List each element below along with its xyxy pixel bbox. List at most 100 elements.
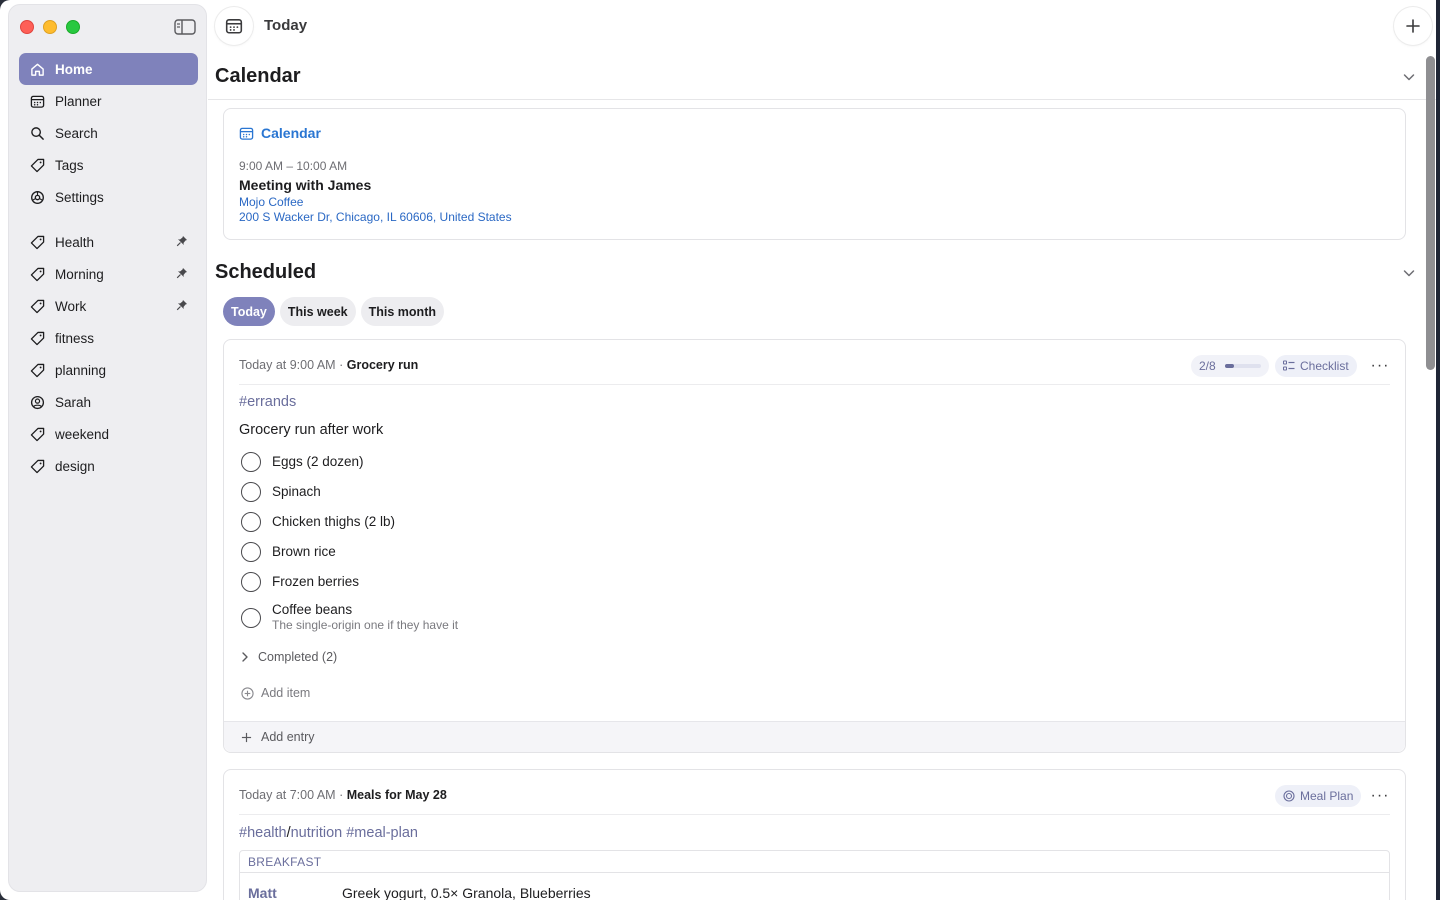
sidebar-item-label: Home xyxy=(55,61,93,77)
checklist-item: Spinach xyxy=(241,482,321,502)
entry-tags: #health/nutrition #meal-plan xyxy=(239,825,418,841)
checklist-type-label: Checklist xyxy=(1300,359,1349,373)
scrollbar-thumb[interactable] xyxy=(1426,56,1435,370)
new-entry-button[interactable] xyxy=(1394,7,1432,45)
checklist-item: Eggs (2 dozen) xyxy=(241,452,364,472)
sidebar-tag-label: Work xyxy=(55,298,87,314)
checklist-item-note: The single-origin one if they have it xyxy=(272,618,459,632)
event-location-link[interactable]: Mojo Coffee xyxy=(239,195,303,209)
checkbox-circle[interactable] xyxy=(241,512,261,532)
scheduled-section-title: Scheduled xyxy=(215,261,317,283)
pin-icon[interactable] xyxy=(176,267,188,279)
add-item-button[interactable]: Add item xyxy=(241,686,310,700)
sidebar-tag-fitness[interactable]: fitness xyxy=(19,322,198,354)
checklist-entry-card: Today at 9:00 AM · Grocery run 2/8 Check… xyxy=(223,339,1406,753)
chevron-down-icon[interactable] xyxy=(1402,70,1416,84)
checkbox-circle[interactable] xyxy=(241,542,261,562)
sidebar-tag-work[interactable]: Work xyxy=(19,290,198,322)
chevron-down-icon[interactable] xyxy=(1402,266,1416,280)
entry-time: Today at 7:00 AM xyxy=(239,788,336,802)
sidebar-item-home[interactable]: Home xyxy=(19,53,198,85)
calendar-icon xyxy=(239,127,254,140)
entry-meta: Today at 9:00 AM · Grocery run xyxy=(239,358,418,372)
tab-this-month[interactable]: This month xyxy=(360,297,444,326)
tag-link[interactable]: nutrition xyxy=(291,825,343,841)
checklist-item-text[interactable]: Brown rice xyxy=(272,542,336,562)
completed-toggle[interactable]: Completed (2) xyxy=(241,650,337,664)
add-entry-button[interactable]: Add entry xyxy=(224,721,1405,752)
checklist-type-badge[interactable]: Checklist xyxy=(1275,355,1357,377)
sidebar-item-label: Search xyxy=(55,125,98,141)
calendar-card-header: Calendar xyxy=(239,125,321,141)
minimize-window-button[interactable] xyxy=(43,20,57,34)
meal-plan-type-badge[interactable]: Meal Plan xyxy=(1275,785,1362,807)
sidebar-tag-planning[interactable]: planning xyxy=(19,354,198,386)
checklist-item-text[interactable]: Spinach xyxy=(272,482,321,502)
event-time: 9:00 AM – 10:00 AM xyxy=(239,159,348,173)
tag-link[interactable]: #health xyxy=(239,825,287,841)
sidebar-tag-label: fitness xyxy=(55,330,95,346)
more-options-button[interactable]: ··· xyxy=(1370,786,1390,806)
tag-link[interactable]: #meal-plan xyxy=(346,825,418,841)
entry-description: Grocery run after work xyxy=(239,422,384,438)
sidebar-tag-design[interactable]: design xyxy=(19,450,198,482)
calendar-icon xyxy=(225,19,243,34)
sidebar-toggle-icon[interactable] xyxy=(174,19,196,35)
checkbox-circle[interactable] xyxy=(241,608,261,628)
planner-icon xyxy=(29,93,45,109)
sidebar-item-settings[interactable]: Settings xyxy=(19,181,198,213)
sidebar-tag-label: Sarah xyxy=(55,394,92,410)
zoom-window-button[interactable] xyxy=(66,20,80,34)
plus-icon xyxy=(1406,19,1420,33)
add-circle-icon xyxy=(241,686,254,700)
sidebar-tag-morning[interactable]: Morning xyxy=(19,258,198,290)
entry-separator: · xyxy=(339,788,344,802)
pin-icon[interactable] xyxy=(176,299,188,311)
add-entry-label: Add entry xyxy=(261,730,315,744)
checklist-item: Chicken thighs (2 lb) xyxy=(241,512,395,532)
checkbox-circle[interactable] xyxy=(241,482,261,502)
meal-section-header: BREAKFAST xyxy=(240,851,1389,873)
tag-icon xyxy=(29,426,45,442)
tag-icon xyxy=(29,330,45,346)
checkbox-circle[interactable] xyxy=(241,572,261,592)
sidebar-tag-health[interactable]: Health xyxy=(19,226,198,258)
checklist-item-text[interactable]: Coffee beans xyxy=(272,602,458,618)
sidebar-tag-weekend[interactable]: weekend xyxy=(19,418,198,450)
checklist-item-text[interactable]: Eggs (2 dozen) xyxy=(272,452,364,472)
sidebar-item-tags[interactable]: Tags xyxy=(19,149,198,181)
tag-link[interactable]: #errands xyxy=(239,394,296,410)
checklist-item: Brown rice xyxy=(241,542,336,562)
tab-today[interactable]: Today xyxy=(223,297,275,326)
calendar-event-card[interactable]: Calendar 9:00 AM – 10:00 AM Meeting with… xyxy=(223,108,1406,240)
app-window: Home Planner Search Tags Settings Health… xyxy=(0,0,1440,900)
meal-plan-entry-card: Today at 7:00 AM · Meals for May 28 Meal… xyxy=(223,769,1406,900)
meal-plan-icon xyxy=(1283,790,1295,802)
sidebar-tag-sarah[interactable]: Sarah xyxy=(19,386,198,418)
more-options-button[interactable]: ··· xyxy=(1370,356,1390,376)
entry-divider xyxy=(239,814,1390,815)
sidebar-tag-label: Morning xyxy=(55,266,104,282)
calendar-view-button[interactable] xyxy=(215,7,253,45)
home-icon xyxy=(29,61,45,77)
event-address-link[interactable]: 200 S Wacker Dr, Chicago, IL 60606, Unit… xyxy=(239,210,512,224)
checklist-item-text[interactable]: Chicken thighs (2 lb) xyxy=(272,512,395,532)
close-window-button[interactable] xyxy=(20,20,34,34)
checkbox-circle[interactable] xyxy=(241,452,261,472)
checklist-item: Frozen berries xyxy=(241,572,359,592)
meal-plan-type-label: Meal Plan xyxy=(1300,789,1354,803)
meal-row: Matt Greek yogurt, 0.5× Granola, Blueber… xyxy=(248,885,591,900)
sidebar-tag-label: weekend xyxy=(55,426,110,442)
pin-icon[interactable] xyxy=(176,235,188,247)
page-title: Today xyxy=(264,17,308,34)
sidebar-tag-label: design xyxy=(55,458,95,474)
sidebar-item-search[interactable]: Search xyxy=(19,117,198,149)
meal-person-name[interactable]: Matt xyxy=(248,885,342,900)
scheduled-tabs: Today This week This month xyxy=(223,297,444,326)
checklist-item-text[interactable]: Frozen berries xyxy=(272,572,359,592)
tag-icon xyxy=(29,362,45,378)
tab-this-week[interactable]: This week xyxy=(279,297,356,326)
sidebar-item-planner[interactable]: Planner xyxy=(19,85,198,117)
event-title: Meeting with James xyxy=(239,177,372,193)
sidebar-tag-label: planning xyxy=(55,362,107,378)
